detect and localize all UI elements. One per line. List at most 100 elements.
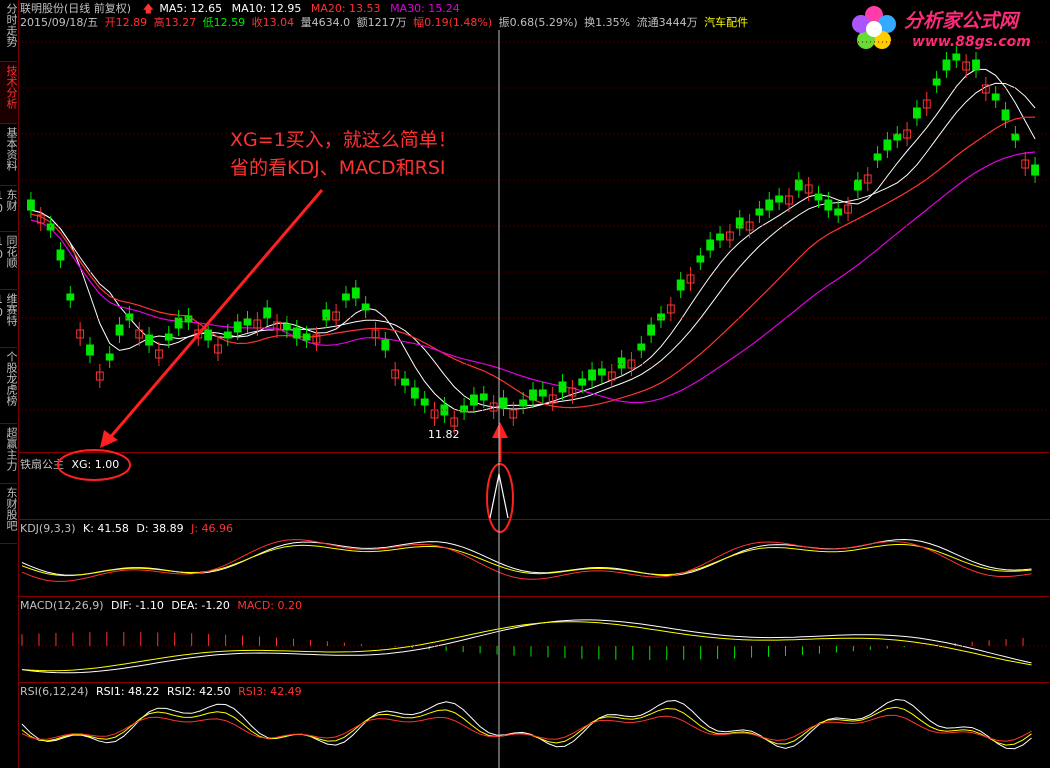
tab-fundamentals[interactable]: 基本资料 <box>0 124 18 186</box>
low-value: 低12.59 <box>202 16 246 29</box>
ma5-line <box>30 68 1036 413</box>
candle-down <box>410 387 419 399</box>
ma10-line <box>30 82 1036 410</box>
site-logo: 分析家公式网 www.88gs.com <box>848 0 1048 58</box>
low-price-label: 11.82 <box>428 428 460 441</box>
macd-label: MACD(12,26,9) DIF: -1.10 DEA: -1.20 MACD… <box>20 599 302 612</box>
rsi3-line <box>21 714 1032 742</box>
candle-up <box>548 394 557 404</box>
change-value: 幅0.19(1.48%) <box>413 16 493 29</box>
macd-dif: DIF: -1.10 <box>111 599 164 612</box>
candle-down <box>597 368 606 376</box>
candle-down <box>735 217 744 229</box>
kdj-d: D: 38.89 <box>136 522 184 535</box>
candle-down <box>499 397 508 409</box>
candle-down <box>322 309 331 321</box>
tab-intraday[interactable]: 分时走势 <box>0 0 18 62</box>
turnover-value: 换1.35% <box>584 16 631 29</box>
candle-down <box>342 293 350 301</box>
candle-up <box>922 99 931 109</box>
industry-value: 汽车配件 <box>704 16 749 29</box>
candle-down <box>105 353 114 361</box>
rsi1-line <box>21 698 1032 750</box>
tab-dragon-tiger[interactable]: 个股龙虎榜 <box>0 348 18 424</box>
candle-down <box>401 378 409 386</box>
flower-logo-icon <box>852 6 896 49</box>
candle-down <box>617 357 626 369</box>
candle-up <box>391 369 400 379</box>
candle-up <box>981 84 990 94</box>
tab-weisaite[interactable]: 维赛特10 <box>0 290 18 348</box>
rsi-name: RSI(6,12,24) <box>20 685 89 698</box>
candle-down <box>873 153 882 161</box>
candle-down <box>824 199 833 211</box>
macd-dif-line <box>21 619 1032 674</box>
annotation-line1: XG=1买入，就这么简单！ <box>230 129 457 151</box>
candle-down <box>794 179 803 191</box>
xg-signal-spike <box>489 473 509 519</box>
date-value: 2015/09/18/五 <box>20 16 99 29</box>
float-value: 流通3444万 <box>636 16 698 29</box>
tab-eastmoney[interactable]: 东财10 <box>0 186 18 232</box>
logo-title: 分析家公式网 <box>904 10 1019 32</box>
candle-down <box>381 339 390 351</box>
tab-technical[interactable]: 技术分析 <box>0 62 18 124</box>
candle-down <box>66 293 75 301</box>
candle-down <box>755 208 764 216</box>
tab-tonghuashun[interactable]: 同花顺10 <box>0 232 18 290</box>
candle-up <box>568 387 577 397</box>
candle-down <box>676 279 685 291</box>
signal-up-arrow-icon <box>492 422 508 438</box>
candle-down <box>765 199 774 211</box>
candle-up <box>332 311 341 321</box>
annotation-pointer-line <box>106 189 324 441</box>
candle-down <box>184 315 193 323</box>
ma10-value: MA10: 12.95 <box>231 2 302 15</box>
ma20-value: MA20: 13.53 <box>310 2 381 15</box>
separator-kdj <box>18 596 1050 597</box>
candle-down <box>174 317 183 329</box>
candle-down <box>470 394 478 406</box>
candle-up <box>804 184 813 194</box>
kdj-label: KDJ(9,3,3) K: 41.58 D: 38.89 J: 46.96 <box>20 522 233 535</box>
candle-down <box>588 369 596 381</box>
up-arrow-icon: 🡅 <box>142 2 154 15</box>
candle-down <box>27 199 35 211</box>
candle-down <box>637 343 646 351</box>
candle-down <box>529 389 537 401</box>
candle-up <box>607 371 616 381</box>
candle-down <box>972 59 980 71</box>
candle-up <box>509 409 518 419</box>
candle-up <box>76 329 85 339</box>
candle-down <box>578 378 587 386</box>
candle-up <box>686 274 695 284</box>
annotation-line2: 省的看KDJ、MACD和RSI <box>230 157 446 179</box>
candle-down <box>86 344 94 356</box>
candle-up <box>273 321 281 331</box>
candle-up <box>745 221 754 231</box>
candle-down <box>243 318 252 326</box>
tab-super-main[interactable]: 超赢主力 <box>0 424 18 484</box>
candle-up <box>312 334 321 344</box>
amount-value: 额1217万 <box>356 16 407 29</box>
candle-up <box>962 61 971 71</box>
kdj-j: J: 46.96 <box>191 522 234 535</box>
volume-value: 量4634.0 <box>300 16 351 29</box>
candle-up <box>214 344 222 354</box>
xg-panel-label: 铁扇公主 XG: 1.00 <box>20 456 119 472</box>
candle-down <box>814 193 823 201</box>
candle-down <box>853 179 862 191</box>
candle-down <box>145 334 153 346</box>
tab-guba[interactable]: 东财股吧 <box>0 484 18 544</box>
rsi2-value: RSI2: 42.50 <box>167 685 231 698</box>
candle-up <box>1021 159 1030 169</box>
candle-up <box>844 204 852 214</box>
candle-up <box>863 174 872 184</box>
macd-dea-line <box>21 621 1032 672</box>
kdj-j-line <box>21 539 1032 582</box>
ma30-line <box>30 151 1036 404</box>
ma30-value: MA30: 15.24 <box>390 2 460 15</box>
candle-up <box>36 214 45 224</box>
candle-down <box>351 287 360 299</box>
stock-title: 联明股份(日线 前复权) <box>20 2 132 15</box>
